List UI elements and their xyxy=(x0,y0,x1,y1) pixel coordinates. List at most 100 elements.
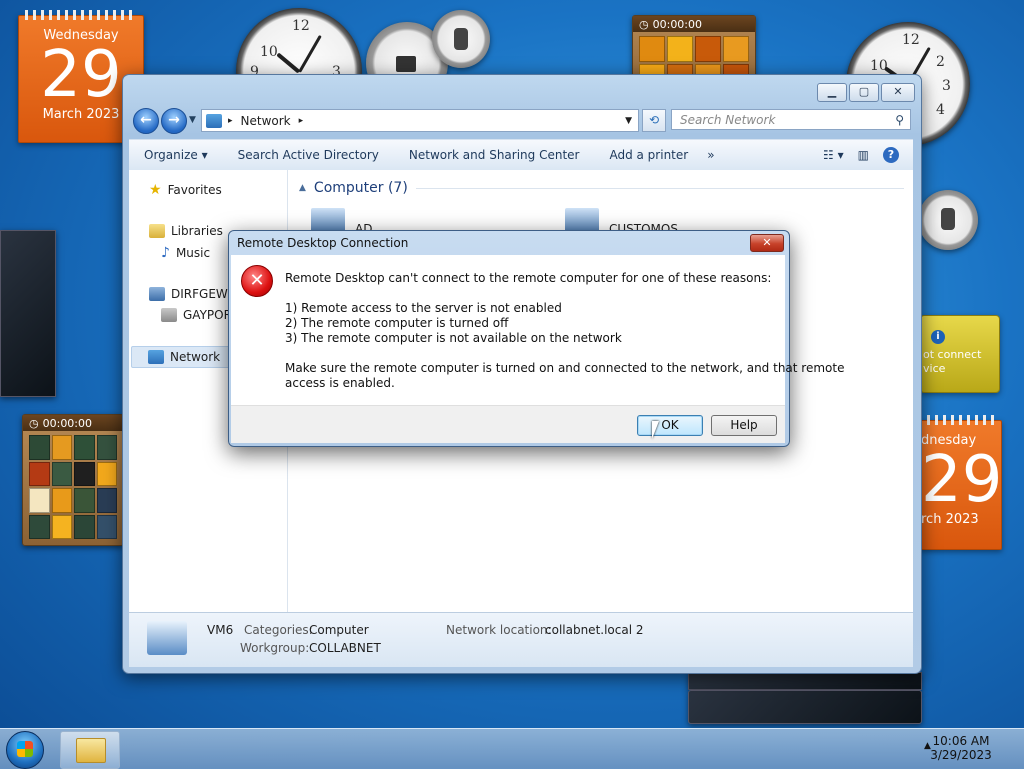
search-input[interactable]: Search Network ⚲ xyxy=(671,109,911,130)
more-commands-button[interactable]: » xyxy=(703,148,718,162)
maximize-button[interactable]: ▢ xyxy=(849,83,879,102)
network-sharing-center-button[interactable]: Network and Sharing Center xyxy=(394,148,595,162)
microphone-icon xyxy=(941,208,955,230)
help-icon[interactable]: ? xyxy=(883,147,899,163)
meter-gadget-small[interactable] xyxy=(432,10,490,68)
clock-number: 4 xyxy=(936,102,945,118)
info-icon: i xyxy=(931,330,945,344)
calendar-gadget-right[interactable]: dnesday 29 rch 2023 xyxy=(920,415,1003,550)
error-reason-3: 3) The remote computer is not available … xyxy=(285,331,622,345)
add-printer-button[interactable]: Add a printer xyxy=(594,148,703,162)
puzzle-timer-bar: ◷ 00:00:00 xyxy=(23,415,123,431)
clock-number: 10 xyxy=(260,44,278,60)
calendar-rings xyxy=(927,415,995,425)
dark-gadget-bottom-1 xyxy=(688,672,922,690)
address-bar[interactable]: ▸ Network ▸ ▼ xyxy=(201,109,639,132)
change-view-icon[interactable]: ☷ ▾ xyxy=(823,148,844,162)
windows-logo-icon xyxy=(17,741,33,757)
clock-number: 12 xyxy=(292,18,310,34)
error-icon: ✕ xyxy=(241,265,273,297)
close-button[interactable]: ✕ xyxy=(881,83,915,102)
weather-gadget[interactable]: i ot connect vice xyxy=(920,315,1000,393)
calendar-day: 29 xyxy=(921,443,1003,517)
network-drive-icon xyxy=(161,308,177,322)
breadcrumb-chevron-icon[interactable]: ▸ xyxy=(299,116,304,126)
workgroup-label: Workgroup: xyxy=(240,641,310,655)
clock-minute-hand xyxy=(298,34,322,73)
network-location-label: Network location: xyxy=(446,623,552,637)
nav-item-music[interactable]: ♪ Music xyxy=(161,245,210,261)
search-active-directory-button[interactable]: Search Active Directory xyxy=(223,148,394,162)
back-button[interactable]: ← xyxy=(133,108,159,134)
weather-message: ot connect vice xyxy=(923,348,982,375)
puzzle-timer: 00:00:00 xyxy=(652,17,703,31)
breadcrumb-network[interactable]: Network xyxy=(241,114,291,128)
ok-button[interactable]: OK xyxy=(637,415,703,436)
categories-value: Computer xyxy=(309,623,369,637)
puzzle-timer: 00:00:00 xyxy=(42,416,93,430)
nav-item-libraries[interactable]: Libraries xyxy=(149,224,223,238)
dialog-body: ✕ Remote Desktop can't connect to the re… xyxy=(231,255,844,405)
network-icon xyxy=(206,113,222,128)
taskbar-explorer-button[interactable] xyxy=(60,731,120,769)
clock-hour-hand xyxy=(276,52,301,74)
search-icon[interactable]: ⚲ xyxy=(895,113,904,127)
error-advice-line: Make sure the remote computer is turned … xyxy=(285,361,845,375)
details-pane: VM6 Categories: Computer Workgroup: COLL… xyxy=(129,612,913,667)
clock-time: 10:06 AM xyxy=(932,734,990,748)
help-button[interactable]: Help xyxy=(711,415,777,436)
clock-date: 3/29/2023 xyxy=(930,748,992,762)
clock-number: 3 xyxy=(942,78,951,94)
search-placeholder: Search Network xyxy=(680,112,776,127)
network-icon xyxy=(148,350,164,364)
error-advice-line: access is enabled. xyxy=(285,376,395,390)
collapse-icon[interactable]: ▲ xyxy=(299,183,306,193)
details-name: VM6 xyxy=(207,623,234,637)
picture-puzzle-gadget-left[interactable]: ◷ 00:00:00 xyxy=(22,414,124,546)
taskbar: ▲ 10:06 AM 3/29/2023 xyxy=(0,728,1024,769)
dialog-close-button[interactable]: ✕ xyxy=(750,234,784,252)
star-icon: ★ xyxy=(149,182,162,198)
preview-pane-icon[interactable]: ▥ xyxy=(858,148,869,162)
music-icon: ♪ xyxy=(161,245,170,261)
error-message-line: Remote Desktop can't connect to the remo… xyxy=(285,271,772,285)
command-bar: Organize ▾ Search Active Directory Netwo… xyxy=(129,139,913,171)
refresh-button[interactable]: ⟲ xyxy=(642,109,666,132)
folder-icon xyxy=(76,738,106,763)
calendar-rings xyxy=(25,10,137,20)
dialog-title: Remote Desktop Connection xyxy=(237,236,409,250)
dark-gadget-bottom-2 xyxy=(688,690,922,724)
puzzle-grid[interactable] xyxy=(29,435,117,539)
system-clock[interactable]: 10:06 AM 3/29/2023 xyxy=(906,732,1016,766)
workgroup-value: COLLABNET xyxy=(309,641,381,655)
breadcrumb-chevron-icon: ▸ xyxy=(228,115,233,126)
microphone-icon xyxy=(454,28,468,50)
timer-icon: ◷ xyxy=(29,416,39,430)
error-reason-1: 1) Remote access to the server is not en… xyxy=(285,301,562,315)
network-location-value: collabnet.local 2 xyxy=(545,623,644,637)
nav-item-drive[interactable]: GAYPOR xyxy=(161,308,232,322)
puzzle-timer-bar: ◷ 00:00:00 xyxy=(633,16,755,32)
meter-gadget-right[interactable] xyxy=(918,190,978,250)
remote-desktop-error-dialog: Remote Desktop Connection ✕ ✕ Remote Des… xyxy=(228,230,844,447)
recent-pages-dropdown[interactable]: ▼ xyxy=(189,115,196,125)
nav-item-favorites[interactable]: ★ Favorites xyxy=(149,182,222,198)
nav-item-computer[interactable]: DIRFGEWO xyxy=(149,287,237,301)
start-button[interactable] xyxy=(6,731,44,769)
organize-menu[interactable]: Organize ▾ xyxy=(129,148,223,162)
mouse-cursor-icon xyxy=(652,421,659,439)
timer-icon: ◷ xyxy=(639,17,649,31)
minimize-button[interactable]: ▁ xyxy=(817,83,847,102)
clock-number: 2 xyxy=(936,54,945,70)
dialog-footer: OK Help xyxy=(231,405,785,443)
clock-number: 12 xyxy=(902,32,920,48)
group-header-computer[interactable]: ▲ Computer (7) xyxy=(299,180,904,196)
computer-icon xyxy=(149,287,165,301)
error-reason-2: 2) The remote computer is turned off xyxy=(285,316,509,330)
dark-gadget-left xyxy=(0,230,56,397)
forward-button[interactable]: → xyxy=(161,108,187,134)
address-dropdown-icon[interactable]: ▼ xyxy=(625,116,632,126)
computer-large-icon xyxy=(147,621,187,655)
meter-display-icon xyxy=(396,56,416,72)
libraries-icon xyxy=(149,224,165,238)
